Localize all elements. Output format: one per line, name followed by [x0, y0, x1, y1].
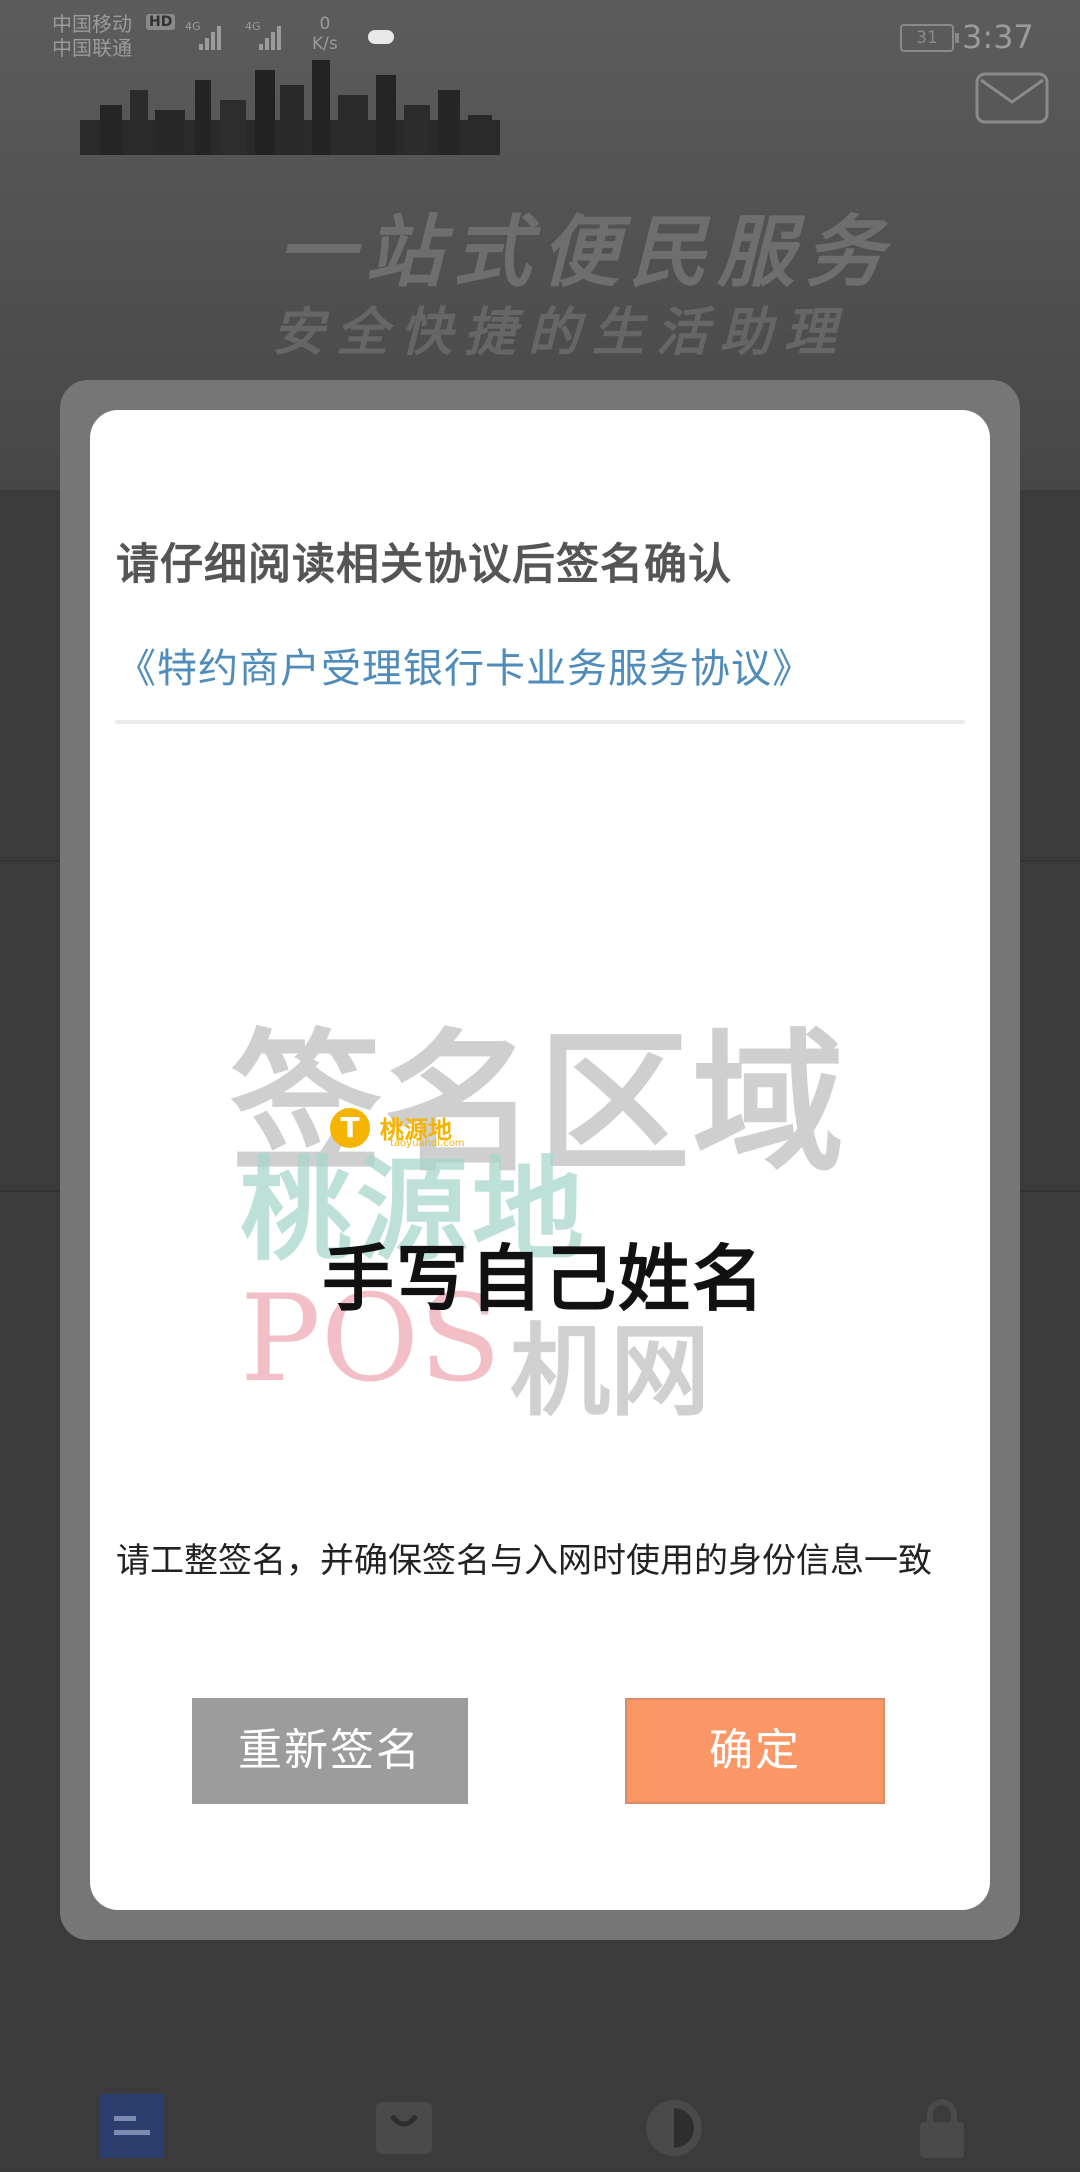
carrier-labels: 中国移动 中国联通	[52, 12, 132, 60]
signal-icon: 4G	[185, 20, 221, 50]
carrier-2: 中国联通	[52, 36, 132, 60]
divider	[115, 720, 965, 724]
resign-button[interactable]: 重新签名	[192, 1698, 468, 1804]
chart-pie-icon[interactable]	[642, 2094, 706, 2158]
city-skyline-image	[80, 60, 500, 155]
hd-badge: HD	[146, 14, 176, 30]
speed-value: 0	[319, 14, 331, 34]
signature-hint: 请工整签名，并确保签名与入网时使用的身份信息一致	[116, 1541, 932, 1581]
network-speed: 0 K/s	[312, 14, 338, 54]
home-list-icon[interactable]	[100, 2094, 164, 2158]
lock-icon[interactable]	[910, 2094, 974, 2158]
banner-slogan-sub: 安全快捷的生活助理	[271, 302, 848, 363]
banner-slogan-main: 一站式便民服务	[276, 207, 893, 298]
dialog-title: 请仔细阅读相关协议后签名确认	[116, 540, 732, 590]
cloud-icon	[368, 30, 394, 44]
site-logo-icon: T	[330, 1108, 370, 1148]
bottom-tab-bar	[0, 2080, 1080, 2172]
svg-text:4G: 4G	[185, 20, 201, 33]
speed-unit: K/s	[312, 34, 338, 54]
signature-dialog: 请仔细阅读相关协议后签名确认 《特约商户受理银行卡业务服务协议》 签名区域 桃源…	[90, 410, 990, 1910]
site-logo-domain: taoyuandi.com	[390, 1138, 465, 1149]
status-bar: 中国移动 中国联通 HD 4G 4G 0 K/s 31 3:37	[0, 0, 1080, 70]
clock: 3:37	[962, 18, 1034, 56]
svg-text:4G: 4G	[245, 20, 261, 33]
confirm-button[interactable]: 确定	[625, 1698, 885, 1804]
battery-icon: 31	[900, 24, 959, 52]
mail-icon[interactable]	[975, 72, 1049, 124]
shop-bag-icon[interactable]	[372, 2094, 436, 2158]
carrier-1: 中国移动	[52, 12, 132, 36]
signature-instruction: 手写自己姓名	[322, 1237, 767, 1321]
signal-icon: 4G	[245, 20, 281, 50]
agreement-link[interactable]: 《特约商户受理银行卡业务服务协议》	[116, 636, 813, 694]
